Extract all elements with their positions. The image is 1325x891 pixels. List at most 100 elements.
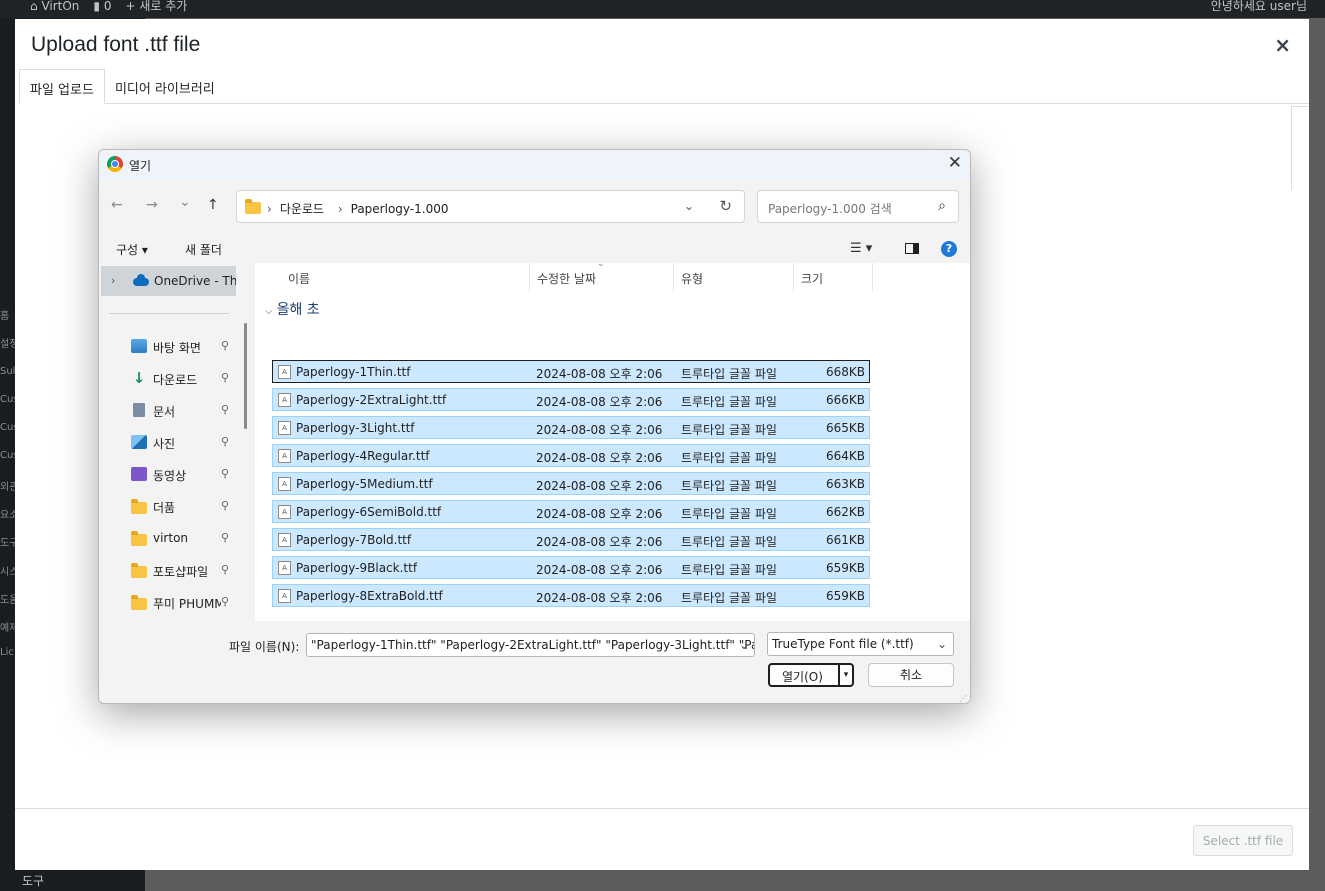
folder-icon	[245, 199, 261, 214]
site-name[interactable]: VirtOn	[41, 0, 79, 13]
chevron-down-icon[interactable]: ⌄	[684, 199, 694, 213]
open-button-label: 열기(O)	[782, 670, 823, 684]
file-name: Paperlogy-9Black.ttf	[296, 561, 418, 575]
sidebar-bottom-item: 도구	[22, 874, 45, 888]
refresh-icon[interactable]: ↻	[719, 197, 732, 215]
preview-pane-icon[interactable]	[905, 243, 919, 254]
up-arrow-icon[interactable]: ↑	[207, 197, 219, 213]
select-ttf-button[interactable]: Select .ttf file	[1193, 825, 1293, 856]
help-icon[interactable]: ?	[941, 241, 957, 257]
pin-icon: ⚲	[221, 435, 230, 448]
font-file-icon: A	[278, 449, 291, 463]
file-row[interactable]: A Paperlogy-2ExtraLight.ttf 2024-08-08 오후 …	[272, 388, 870, 411]
chevron-right-icon[interactable]: ›	[111, 274, 115, 287]
add-new-label: 새로 추가	[139, 0, 188, 13]
forward-arrow-icon[interactable]: →	[146, 197, 158, 213]
nav-item-label: 더품	[153, 501, 176, 515]
nav-item-1[interactable]: 바탕 화면 ⚲	[131, 337, 241, 357]
nav-item-4[interactable]: 사진 ⚲	[131, 433, 241, 453]
file-name: Paperlogy-3Light.ttf	[296, 421, 415, 435]
chevron-down-icon[interactable]: ⌄	[739, 638, 749, 652]
nav-item-6[interactable]: 더품 ⚲	[131, 497, 241, 517]
nav-item-9[interactable]: 푸미 PHUMM ⚲	[131, 593, 241, 613]
file-row[interactable]: A Paperlogy-9Black.ttf 2024-08-08 오후 2:06 트…	[272, 556, 870, 579]
home-icon[interactable]: ⌂ VirtOn	[30, 0, 79, 12]
font-file-icon: A	[278, 589, 291, 603]
breadcrumb-current-folder[interactable]: Paperlogy-1.000	[351, 202, 449, 216]
font-file-icon: A	[278, 477, 291, 491]
pin-icon: ⚲	[221, 403, 230, 416]
view-options-icon[interactable]: ☰ ▾	[850, 241, 872, 256]
open-button[interactable]: 열기(O) ▾	[768, 663, 854, 687]
comments-count: 0	[103, 0, 112, 13]
close-icon[interactable]: ✕	[948, 153, 962, 173]
tab-upload-files[interactable]: 파일 업로드	[19, 69, 105, 104]
file-name: Paperlogy-4Regular.ttf	[296, 449, 430, 463]
download-icon: ↓	[132, 369, 146, 387]
chevron-down-icon[interactable]: ⌵	[265, 306, 273, 317]
nav-item-5[interactable]: 동영상 ⚲	[131, 465, 241, 485]
new-folder-button[interactable]: 새 폴더	[185, 241, 222, 258]
search-input[interactable]: Paperlogy-1.000 검색 ⌕	[757, 190, 959, 223]
open-file-dialog: 열기 ✕ ← → ⌄ ↑ › 다운로드 › Paperlogy-1.000 ⌄ ↻ …	[98, 149, 971, 704]
pin-icon: ⚲	[221, 339, 230, 352]
folder-icon	[131, 595, 147, 610]
chrome-icon	[107, 156, 123, 172]
sidebar-menu-item: 도구	[0, 538, 15, 549]
nav-item-3[interactable]: 문서 ⚲	[131, 401, 241, 421]
add-new-link[interactable]: + 새로 추가	[125, 0, 187, 12]
sidebar-menu-item: Sul	[0, 366, 15, 377]
cancel-button[interactable]: 취소	[868, 663, 954, 687]
folder-icon	[131, 499, 147, 514]
organize-button[interactable]: 구성 ▾	[116, 241, 148, 258]
file-date: 2024-08-08 오후 2:06	[536, 591, 663, 605]
close-icon[interactable]: ×	[1274, 33, 1291, 57]
file-row[interactable]: A Paperlogy-4Regular.ttf 2024-08-08 오후 2:0…	[272, 444, 870, 467]
file-name: Paperlogy-7Bold.ttf	[296, 533, 412, 547]
file-row[interactable]: A Paperlogy-7Bold.ttf 2024-08-08 오후 2:06 트루…	[272, 528, 870, 551]
address-bar[interactable]: › 다운로드 › Paperlogy-1.000 ⌄ ↻	[236, 190, 745, 223]
user-greeting[interactable]: 안녕하세요 user님	[1211, 0, 1307, 12]
resize-grip-icon[interactable]: ⋰	[959, 694, 967, 703]
nav-scrollbar[interactable]	[244, 323, 247, 429]
column-header-size[interactable]: 크기	[793, 263, 873, 291]
font-file-icon: A	[278, 365, 291, 379]
group-header[interactable]: ⌵ 올해 초	[265, 299, 320, 319]
modal-footer: Select .ttf file	[15, 808, 1309, 870]
tab-media-library[interactable]: 미디어 라이브러리	[105, 69, 225, 104]
nav-item-label: 포토샵파일	[153, 565, 209, 579]
file-name: Paperlogy-2ExtraLight.ttf	[296, 393, 447, 407]
chevron-down-icon[interactable]: ⌄	[937, 637, 947, 651]
file-row[interactable]: A Paperlogy-5Medium.ttf 2024-08-08 오후 2:06…	[272, 472, 870, 495]
pin-icon: ⚲	[221, 531, 230, 544]
filename-input[interactable]: "Paperlogy-1Thin.ttf" "Paperlogy-2ExtraL…	[306, 633, 755, 657]
filename-value: "Paperlogy-1Thin.ttf" "Paperlogy-2ExtraL…	[311, 638, 755, 652]
comments-icon[interactable]: ▮ 0	[93, 0, 111, 12]
recent-locations-chevron-icon[interactable]: ⌄	[179, 194, 191, 210]
back-arrow-icon[interactable]: ←	[111, 197, 123, 213]
column-header-name[interactable]: 이름	[280, 263, 530, 291]
nav-item-label: 사진	[153, 437, 176, 451]
sidebar-menu-item: 홈	[0, 311, 10, 322]
file-row[interactable]: A Paperlogy-1Thin.ttf 2024-08-08 오후 2:06 트루…	[272, 360, 870, 383]
nav-item-8[interactable]: 포토샵파일 ⚲	[131, 561, 241, 581]
font-file-icon: A	[278, 421, 291, 435]
file-row[interactable]: A Paperlogy-8ExtraBold.ttf 2024-08-08 오후 2…	[272, 584, 870, 607]
column-header-type[interactable]: 유형	[673, 263, 794, 291]
open-options-chevron-icon[interactable]: ▾	[838, 665, 852, 685]
sidebar-menu-item: 요소	[0, 510, 15, 521]
file-size: 659KB	[825, 561, 865, 575]
file-list: 이름 수정한 날짜 ⌄ 유형 크기 ⌵ 올해 초 A Paperlogy-1Thin…	[255, 259, 970, 621]
nav-item-2[interactable]: ↓ 다운로드 ⚲	[131, 369, 241, 389]
nav-item-7[interactable]: virton ⚲	[131, 529, 241, 549]
file-type-select[interactable]: TrueType Font file (*.ttf) ⌄	[767, 632, 954, 656]
file-size: 661KB	[825, 533, 865, 547]
font-file-icon: A	[278, 505, 291, 519]
file-row[interactable]: A Paperlogy-6SemiBold.ttf 2024-08-08 오후 2:…	[272, 500, 870, 523]
file-size: 666KB	[825, 393, 865, 407]
breadcrumb-downloads[interactable]: 다운로드	[280, 202, 324, 216]
file-row[interactable]: A Paperlogy-3Light.ttf 2024-08-08 오후 2:06 트…	[272, 416, 870, 439]
nav-item-label: 동영상	[153, 469, 187, 483]
nav-item-onedrive[interactable]: › OneDrive - The	[101, 266, 236, 296]
file-size: 668KB	[825, 365, 865, 379]
